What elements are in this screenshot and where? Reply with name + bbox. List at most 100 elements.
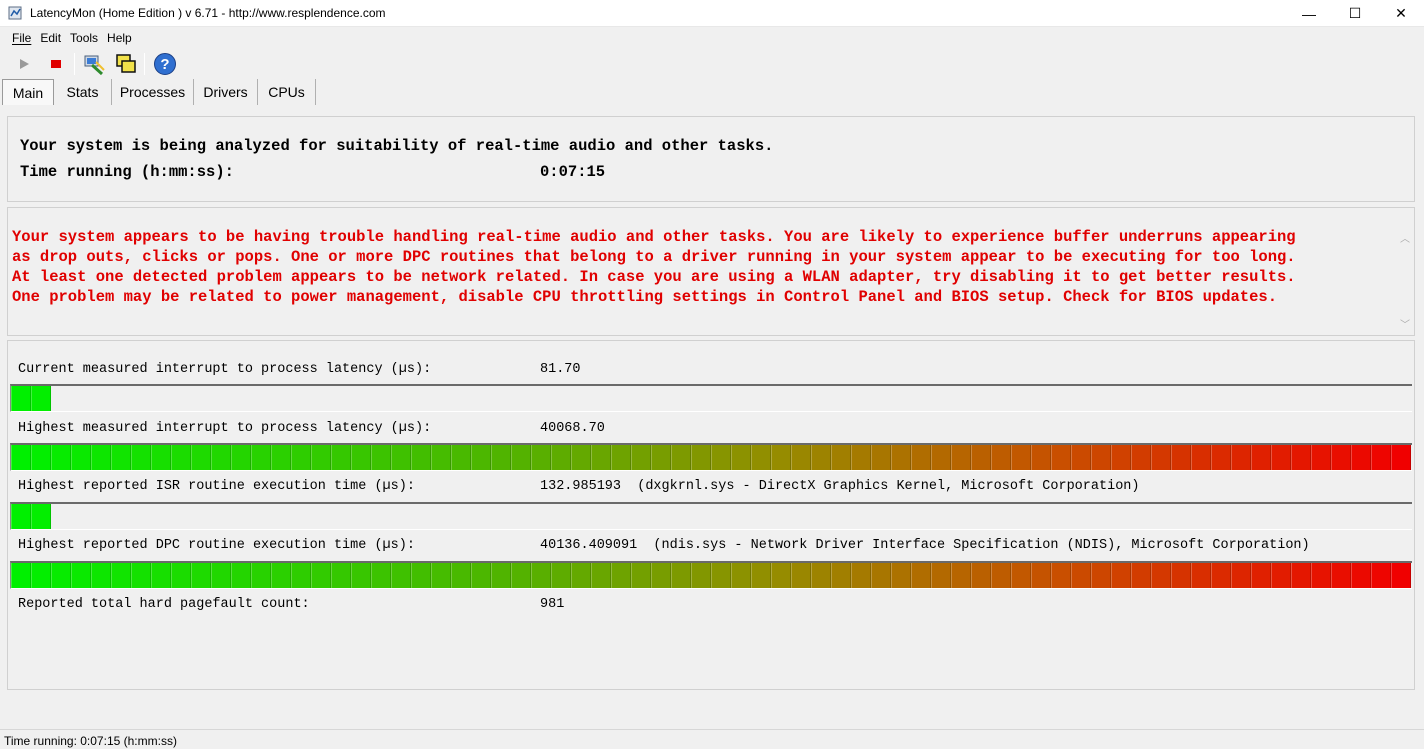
stop-icon [51, 60, 61, 68]
meter-segment [511, 563, 531, 588]
meter-segment [1051, 445, 1071, 470]
meter-segment [1311, 563, 1331, 588]
help-icon: ? [154, 53, 176, 75]
meter-segment [891, 445, 911, 470]
meter-segment [391, 563, 411, 588]
meter-segment [631, 563, 651, 588]
meter-segment [31, 445, 51, 470]
stat-label: Highest measured interrupt to process la… [18, 421, 432, 436]
warning-line: Your system appears to be having trouble… [12, 228, 1296, 246]
meter-segment [951, 563, 971, 588]
stat-value: 40068.70 [540, 421, 605, 436]
stat-label: Highest reported DPC routine execution t… [18, 538, 415, 553]
meter-segment [1291, 563, 1311, 588]
hardware-button[interactable] [81, 51, 107, 77]
meter-segment [511, 445, 531, 470]
meter-segment [251, 445, 271, 470]
meter-segment [891, 563, 911, 588]
meter-segment [851, 563, 871, 588]
windows-button[interactable] [113, 51, 139, 77]
close-icon: ✕ [1395, 5, 1407, 21]
meter-segment [831, 563, 851, 588]
warning-text: Your system appears to be having trouble… [12, 227, 1397, 307]
tab-processes[interactable]: Processes [112, 79, 194, 105]
meter-segment [1331, 563, 1351, 588]
meter-segment [351, 445, 371, 470]
menu-edit[interactable]: Edit [34, 28, 64, 48]
meter-segment [191, 563, 211, 588]
meter-segment [71, 445, 91, 470]
close-button[interactable]: ✕ [1378, 0, 1424, 27]
meter-segment [1271, 445, 1291, 470]
meter-segment [1311, 445, 1331, 470]
meter-segment [1131, 445, 1151, 470]
meter-segment [71, 563, 91, 588]
latency-stats-panel: Current measured interrupt to process la… [7, 340, 1415, 690]
meter-segment [311, 445, 331, 470]
latency-meter [10, 502, 1412, 530]
menu-file[interactable]: File [6, 28, 34, 48]
menu-tools[interactable]: Tools [64, 28, 101, 48]
minimize-icon: — [1302, 5, 1316, 22]
meter-segment [811, 563, 831, 588]
status-bar-text: Time running: 0:07:15 (h:mm:ss) [4, 734, 177, 748]
meter-segment [431, 445, 451, 470]
meter-segment [871, 563, 891, 588]
meter-segment [11, 386, 31, 411]
meter-segment [531, 445, 551, 470]
maximize-icon: ☐ [1348, 5, 1362, 21]
scroll-down-icon[interactable]: ﹀ [1400, 316, 1410, 331]
meter-segment [1031, 563, 1051, 588]
meter-segment [951, 445, 971, 470]
help-button[interactable]: ? [152, 51, 178, 77]
minimize-button[interactable]: — [1286, 0, 1332, 27]
meter-segment [771, 445, 791, 470]
menu-help[interactable]: Help [101, 28, 135, 48]
tab-stats[interactable]: Stats [54, 79, 112, 105]
meter-segment [311, 563, 331, 588]
meter-segment [1351, 563, 1371, 588]
stat-label: Highest reported ISR routine execution t… [18, 479, 415, 494]
meter-segment [1231, 445, 1251, 470]
tab-main[interactable]: Main [2, 79, 54, 105]
meter-segment [91, 445, 111, 470]
svg-text:?: ? [160, 56, 169, 73]
meter-segment [651, 563, 671, 588]
meter-segment [1151, 445, 1171, 470]
meter-segment [171, 445, 191, 470]
meter-segment [231, 563, 251, 588]
meter-segment [671, 445, 691, 470]
meter-segment [131, 563, 151, 588]
meter-segment [611, 445, 631, 470]
meter-segment [1071, 445, 1091, 470]
meter-segment [251, 563, 271, 588]
tab-drivers[interactable]: Drivers [194, 79, 258, 105]
menu-bar: File Edit Tools Help [0, 28, 1424, 48]
warning-scrollbar[interactable]: ︿ ﹀ [1397, 208, 1414, 335]
meter-segment [1011, 563, 1031, 588]
stat-value: 81.70 [540, 362, 581, 377]
warning-line: One problem may be related to power mana… [12, 288, 1278, 306]
meter-segment [51, 445, 71, 470]
time-running-label: Time running (h:mm:ss): [20, 163, 234, 181]
tab-cpus[interactable]: CPUs [258, 79, 316, 105]
meter-segment [151, 445, 171, 470]
stop-button[interactable] [43, 51, 69, 77]
scroll-up-icon[interactable]: ︿ [1400, 230, 1410, 245]
meter-segment [971, 563, 991, 588]
meter-segment [331, 445, 351, 470]
meter-segment [1151, 563, 1171, 588]
meter-segment [1011, 445, 1031, 470]
pagefault-label: Reported total hard pagefault count: [18, 597, 310, 612]
tab-label: Drivers [203, 84, 248, 100]
warning-line: At least one detected problem appears to… [12, 268, 1296, 286]
start-button[interactable] [11, 51, 37, 77]
meter-segment [211, 563, 231, 588]
meter-segment [291, 445, 311, 470]
maximize-button[interactable]: ☐ [1332, 0, 1378, 27]
meter-segment [751, 563, 771, 588]
hardware-icon [84, 55, 105, 76]
stat-value: 132.985193 (dxgkrnl.sys - DirectX Graphi… [540, 479, 1140, 494]
windows-icon [116, 54, 136, 73]
meter-segment [31, 386, 51, 411]
